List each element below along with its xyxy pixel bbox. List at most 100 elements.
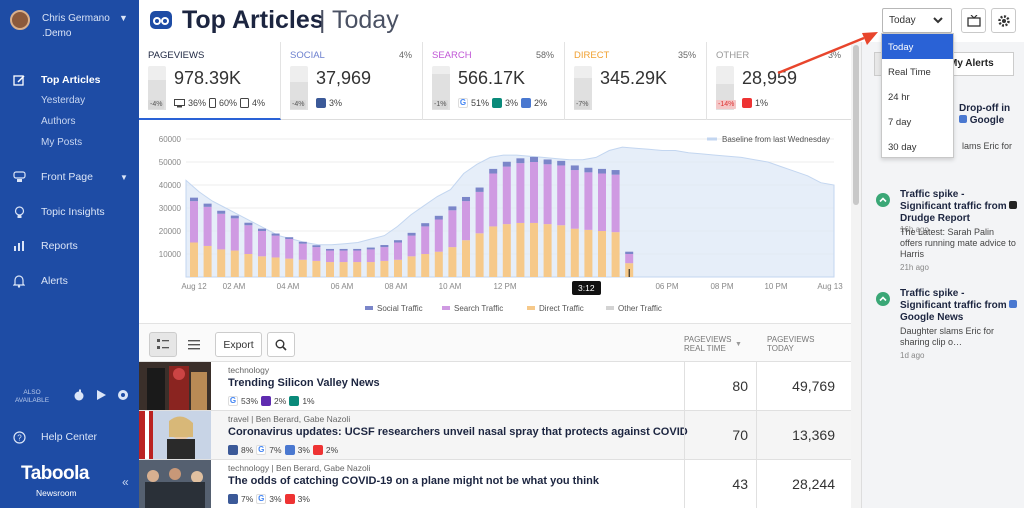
table-row[interactable]: technology | Ben Berard, Gabe Nazoli The…	[139, 459, 851, 508]
alert-time: 21h ago	[900, 263, 929, 272]
apple-icon[interactable]	[73, 389, 85, 401]
search-bar	[217, 213, 226, 250]
articles-table: technology Trending Silicon Valley News …	[139, 361, 851, 508]
sidebar-subitem-my-posts[interactable]: My Posts	[41, 137, 82, 148]
user-name[interactable]: Chris Germano	[42, 13, 110, 24]
chrome-icon[interactable]	[117, 389, 129, 401]
sort-desc-icon[interactable]: ▼	[735, 341, 742, 348]
lightbulb-icon	[12, 205, 26, 219]
avatar[interactable]	[10, 10, 30, 30]
period-option-30day[interactable]: 30 day	[882, 134, 953, 159]
play-store-icon[interactable]	[95, 389, 107, 401]
direct-bar	[353, 262, 362, 277]
social-bar	[570, 165, 579, 171]
search-bar	[190, 201, 198, 243]
view-compact-button[interactable]	[180, 332, 208, 357]
bar-chart-icon	[12, 239, 26, 253]
metric-share: 4%	[398, 50, 412, 60]
view-detailed-button[interactable]	[149, 332, 177, 357]
page-title: Top Articles	[182, 6, 324, 34]
search-bar	[625, 254, 634, 264]
article-title[interactable]: The odds of catching COVID-19 on a plane…	[228, 475, 599, 487]
top-articles-logo-icon	[150, 11, 172, 29]
sidebar-item-label: Topic Insights	[41, 206, 105, 218]
sidebar-item-alerts[interactable]: Alerts	[0, 272, 139, 290]
user-menu-chevron-icon[interactable]: ▼	[119, 13, 128, 23]
search-bar	[339, 250, 348, 263]
social-bar	[516, 158, 525, 164]
period-option-7day[interactable]: 7 day	[882, 109, 953, 134]
alert-description: Daughter slams Eric for sharing clip o…	[900, 326, 995, 347]
tv-icon	[966, 14, 981, 27]
sidebar-item-front-page[interactable]: Front Page ▼	[0, 168, 139, 186]
period-option-today[interactable]: Today	[882, 34, 953, 59]
social-bar	[366, 247, 375, 250]
main-scrollbar[interactable]	[851, 42, 861, 508]
alert-time: 1d ago	[900, 351, 925, 360]
export-button[interactable]: Export	[215, 332, 262, 357]
user-org: .Demo	[42, 28, 72, 39]
chevron-down-icon	[933, 17, 943, 24]
drudge-icon	[312, 445, 323, 455]
sidebar-item-label: Help Center	[41, 431, 98, 443]
search-icon	[275, 339, 287, 351]
metric-delta: -4%	[148, 100, 165, 109]
facebook-icon	[228, 494, 238, 504]
traffic-up-icon	[876, 193, 890, 207]
metric-card-social[interactable]: SOCIAL 4% -4% 37,969 3%	[281, 42, 423, 120]
direct-bar	[407, 256, 416, 277]
source-share: 3%	[297, 494, 310, 504]
sidebar-subitem-authors[interactable]: Authors	[41, 116, 75, 127]
sidebar-item-top-articles[interactable]: Top Articles	[0, 71, 139, 89]
metric-card-other[interactable]: OTHER 3% -14% 28,959 1%	[707, 42, 851, 120]
metric-value: 28,959	[742, 68, 798, 88]
detailed-list-icon	[157, 339, 169, 349]
sidebar-item-topic-insights[interactable]: Topic Insights	[0, 203, 139, 221]
column-header-realtime[interactable]: PAGEVIEWS REAL TIME	[684, 335, 731, 353]
social-bar	[353, 248, 362, 251]
drudge-icon	[1009, 201, 1018, 209]
tv-mode-button[interactable]	[961, 8, 986, 33]
articles-toolbar: Export PAGEVIEWS REAL TIME ▼ PAGEVIEWS TOD…	[139, 323, 851, 361]
period-option-real-time[interactable]: Real Time	[882, 59, 953, 84]
table-row[interactable]: travel | Ben Berard, Gabe Nazoli Coronav…	[139, 410, 851, 460]
collapse-sidebar-icon[interactable]: «	[122, 475, 129, 489]
yahoo-icon	[261, 396, 272, 406]
metric-card-pageviews[interactable]: PAGEVIEWS -4% 978.39K 36% 60% 4%	[139, 42, 281, 120]
legend-swatch	[527, 306, 535, 310]
column-header-today[interactable]: PAGEVIEWS TODAY	[767, 335, 814, 353]
search-bar	[584, 172, 593, 230]
social-bar	[190, 197, 198, 202]
source-share: 2%	[274, 396, 287, 406]
facebook-share: 3%	[329, 98, 343, 108]
direct-bar	[258, 256, 266, 277]
article-title[interactable]: Trending Silicon Valley News	[228, 377, 380, 389]
direct-bar	[298, 259, 307, 277]
metric-value: 345.29K	[600, 68, 668, 88]
scrollbar-thumb[interactable]	[853, 45, 859, 205]
article-category: travel | Ben Berard, Gabe Nazoli	[228, 414, 351, 424]
table-row[interactable]: technology Trending Silicon Valley News …	[139, 361, 851, 411]
settings-button[interactable]	[991, 8, 1016, 33]
social-bar	[598, 168, 606, 174]
search-bar	[326, 250, 334, 263]
legend-label: Social Traffic	[377, 304, 423, 313]
social-bar	[557, 160, 566, 166]
metric-card-direct[interactable]: DIRECT 35% -7% 345.29K	[565, 42, 707, 120]
direct-bar	[598, 231, 606, 277]
sidebar-item-label: Front Page	[41, 171, 93, 183]
sidebar-subitem-yesterday[interactable]: Yesterday	[41, 95, 85, 106]
my-alerts-tab[interactable]: My Alerts	[949, 58, 994, 69]
metric-card-search[interactable]: SEARCH 58% -1% 566.17K G 51% 3% 2%	[423, 42, 565, 120]
sidebar-item-reports[interactable]: Reports	[0, 237, 139, 255]
sidebar-item-help-center[interactable]: ? Help Center	[0, 428, 139, 446]
y-tick-label: 50000	[159, 158, 182, 167]
article-title[interactable]: Coronavirus updates: UCSF researchers un…	[228, 426, 688, 438]
search-button[interactable]	[267, 332, 295, 357]
bing-icon	[289, 396, 300, 406]
metric-details: 36% 60% 4%	[174, 98, 265, 108]
period-select[interactable]: Today	[882, 8, 952, 33]
period-option-24hr[interactable]: 24 hr	[882, 84, 953, 109]
metric-value: 978.39K	[174, 68, 242, 88]
search-bar	[557, 165, 566, 226]
